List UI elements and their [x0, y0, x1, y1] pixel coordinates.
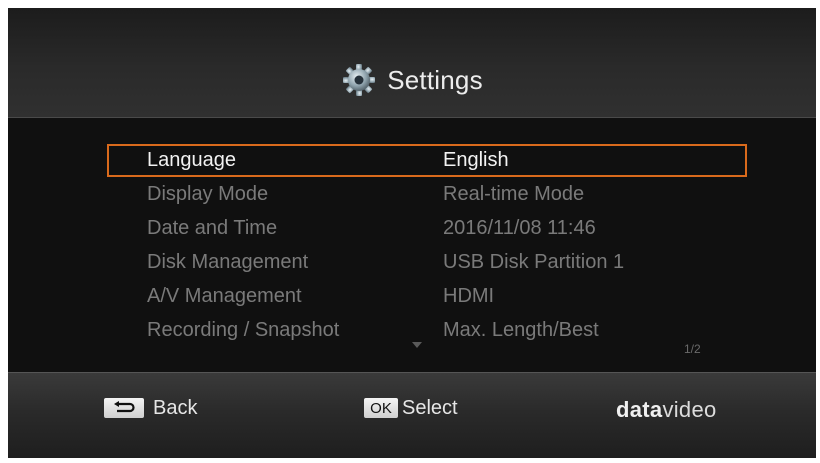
settings-row-display-mode[interactable]: Display Mode Real-time Mode — [107, 178, 747, 211]
page-title: Settings — [387, 64, 483, 95]
setting-label: Language — [147, 149, 236, 171]
title-group: Settings — [8, 60, 816, 100]
settings-list: Language English Display Mode Real-time … — [8, 118, 816, 372]
logo-part-light: video — [662, 397, 717, 422]
setting-label: Display Mode — [147, 183, 269, 205]
setting-label: Date and Time — [147, 217, 278, 239]
setting-value: 2016/11/08 11:46 — [443, 217, 596, 239]
settings-row-av-management[interactable]: A/V Management HDMI — [107, 280, 747, 313]
setting-value: English — [443, 149, 509, 171]
logo-part-bold: data — [616, 397, 663, 422]
page-indicator: 1/2 — [684, 342, 701, 356]
header-bar: Settings — [8, 8, 816, 118]
setting-label: Recording / Snapshot — [147, 319, 340, 341]
setting-value: HDMI — [443, 285, 495, 307]
scroll-down-icon[interactable] — [412, 342, 422, 348]
settings-screen: Settings Language English Display Mode R… — [8, 8, 816, 458]
footer-bar: Back OK Select datavideo — [8, 372, 816, 458]
setting-label: Disk Management — [147, 251, 309, 273]
ok-key[interactable]: OK — [364, 398, 398, 418]
settings-row-date-time[interactable]: Date and Time 2016/11/08 11:46 — [107, 212, 747, 245]
settings-row-recording-snapshot[interactable]: Recording / Snapshot Max. Length/Best — [107, 314, 747, 347]
gear-icon — [343, 64, 376, 96]
setting-value: Max. Length/Best — [443, 319, 599, 341]
back-key[interactable] — [104, 398, 144, 418]
setting-value: Real-time Mode — [443, 183, 585, 205]
settings-row-language[interactable]: Language English — [107, 144, 747, 177]
datavideo-logo: datavideo — [616, 397, 717, 423]
back-label: Back — [153, 397, 198, 419]
setting-value: USB Disk Partition 1 — [443, 251, 625, 273]
return-arrow-icon — [114, 401, 135, 413]
select-label: Select — [402, 397, 458, 419]
setting-label: A/V Management — [147, 285, 302, 307]
settings-row-disk-management[interactable]: Disk Management USB Disk Partition 1 — [107, 246, 747, 279]
